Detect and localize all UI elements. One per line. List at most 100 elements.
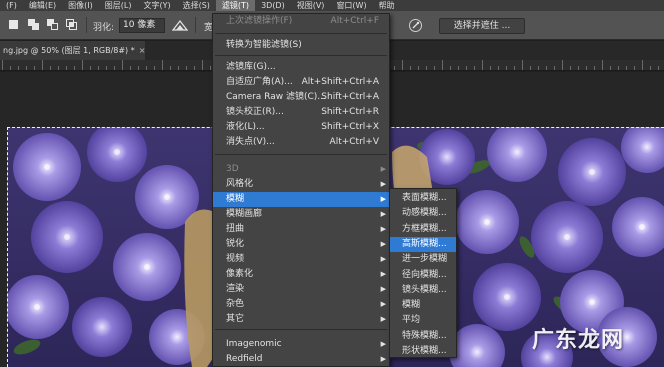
- subtract-from-selection-icon[interactable]: [46, 18, 60, 32]
- ruler-tick: [546, 66, 547, 70]
- submenu-item-blur-more[interactable]: 进一步模糊: [390, 252, 456, 267]
- menu-item-label: 3D: [226, 164, 239, 174]
- feather-input[interactable]: 10 像素: [119, 18, 165, 33]
- menu-help[interactable]: 帮助: [373, 0, 401, 11]
- close-icon[interactable]: ×: [139, 46, 145, 55]
- ruler-tick: [570, 66, 571, 70]
- menu-item-3d[interactable]: 3D ▶: [213, 162, 389, 177]
- ruler-tick: [602, 60, 603, 70]
- menu-item-sharpen[interactable]: 锐化 ▶: [213, 237, 389, 252]
- menu-type[interactable]: 文字(Y): [137, 0, 176, 11]
- submenu-arrow-icon: ▶: [380, 270, 386, 278]
- ruler-tick: [498, 66, 499, 70]
- submenu-item-radial-blur[interactable]: 径向模糊...: [390, 268, 456, 283]
- menu-item-noise[interactable]: 杂色 ▶: [213, 297, 389, 312]
- ruler-tick: [154, 66, 155, 70]
- ruler-tick: [530, 66, 531, 70]
- add-to-selection-icon[interactable]: [27, 18, 41, 32]
- menu-item-label: Camera Raw 滤镜(C)...: [226, 92, 326, 102]
- menu-item-camera-raw-filter[interactable]: Camera Raw 滤镜(C)... Shift+Ctrl+A: [213, 90, 389, 105]
- submenu-item-shape-blur[interactable]: 形状模糊...: [390, 344, 456, 359]
- ruler-tick: [34, 66, 35, 70]
- ruler-tick: [66, 66, 67, 70]
- menu-select[interactable]: 选择(S): [177, 0, 216, 11]
- submenu-item-average[interactable]: 平均: [390, 313, 456, 328]
- ruler-tick: [578, 66, 579, 70]
- menu-3d[interactable]: 3D(D): [255, 0, 291, 11]
- menu-item-label: 液化(L)...: [226, 122, 265, 132]
- refine-edge-icon[interactable]: [409, 19, 422, 32]
- ruler-tick: [138, 66, 139, 70]
- menu-item-label: 消失点(V)...: [226, 137, 275, 147]
- submenu-arrow-icon: ▶: [380, 210, 386, 218]
- submenu-arrow-icon: ▶: [380, 240, 386, 248]
- toolbar-divider: [195, 17, 196, 33]
- ruler-tick: [482, 60, 483, 70]
- menu-item-convert-smart-filter[interactable]: 转换为智能滤镜(S): [213, 38, 389, 53]
- menu-item-redfield[interactable]: Redfield ▶: [213, 352, 389, 367]
- menu-item-filter-gallery[interactable]: 滤镜库(G)...: [213, 60, 389, 75]
- select-and-mask-button[interactable]: 选择并遮住 ...: [439, 18, 525, 34]
- document-tab[interactable]: ng.jpg @ 50% (图层 1, RGB/8#) * ×: [0, 41, 145, 60]
- ruler-tick: [650, 66, 651, 70]
- submenu-arrow-icon: ▶: [380, 165, 386, 173]
- menu-item-lens-correction[interactable]: 镜头校正(R)... Shift+Ctrl+R: [213, 105, 389, 120]
- menu-filter[interactable]: 滤镜(T): [215, 0, 256, 11]
- menu-item-last-filter[interactable]: 上次滤镜操作(F) Alt+Ctrl+F: [213, 14, 389, 29]
- ruler-tick: [210, 66, 211, 70]
- menu-item-adaptive-wide-angle[interactable]: 自适应广角(A)... Alt+Shift+Ctrl+A: [213, 75, 389, 90]
- ruler-tick: [506, 66, 507, 70]
- menu-item-shortcut: Shift+Ctrl+A: [321, 92, 379, 102]
- ruler-tick: [90, 66, 91, 70]
- menu-item-label: 渲染: [226, 284, 245, 294]
- menu-file[interactable]: (F): [0, 0, 23, 11]
- menu-item-imagenomic[interactable]: Imagenomic ▶: [213, 337, 389, 352]
- new-selection-icon[interactable]: [7, 18, 21, 32]
- menu-item-pixelate[interactable]: 像素化 ▶: [213, 267, 389, 282]
- menu-item-label: 像素化: [226, 269, 254, 279]
- menu-view[interactable]: 视图(V): [291, 0, 331, 11]
- anti-alias-icon[interactable]: [171, 19, 189, 31]
- menu-item-shortcut: Alt+Shift+Ctrl+A: [301, 77, 379, 87]
- menu-separator: [215, 154, 387, 155]
- menu-item-vanishing-point[interactable]: 消失点(V)... Alt+Ctrl+V: [213, 135, 389, 150]
- menu-item-other[interactable]: 其它 ▶: [213, 312, 389, 327]
- ruler-tick: [178, 66, 179, 70]
- ruler-tick: [594, 66, 595, 70]
- ruler-tick: [18, 66, 19, 70]
- menu-item-stylize[interactable]: 风格化 ▶: [213, 177, 389, 192]
- menu-item-blur[interactable]: 模糊 ▶: [213, 192, 389, 207]
- ruler-tick: [162, 60, 163, 70]
- submenu-item-lens-blur[interactable]: 镜头模糊...: [390, 283, 456, 298]
- ruler-tick: [122, 60, 123, 70]
- intersect-selection-icon[interactable]: [65, 18, 79, 32]
- menu-item-liquify[interactable]: 液化(L)... Shift+Ctrl+X: [213, 120, 389, 135]
- menu-item-distort[interactable]: 扭曲 ▶: [213, 222, 389, 237]
- menu-item-blur-gallery[interactable]: 模糊画廊 ▶: [213, 207, 389, 222]
- submenu-item-box-blur[interactable]: 方框模糊...: [390, 222, 456, 237]
- ruler-tick: [626, 66, 627, 70]
- submenu-item-smart-blur[interactable]: 特殊模糊...: [390, 329, 456, 344]
- menu-item-shortcut: Alt+Ctrl+V: [329, 137, 379, 147]
- ruler-tick: [450, 66, 451, 70]
- ruler-tick: [658, 66, 659, 70]
- ruler-tick: [394, 66, 395, 70]
- menu-item-render[interactable]: 渲染 ▶: [213, 282, 389, 297]
- ruler-tick: [610, 66, 611, 70]
- menu-window[interactable]: 窗口(W): [330, 0, 372, 11]
- submenu-item-surface-blur[interactable]: 表面模糊...: [390, 191, 456, 206]
- menu-item-label: Redfield: [226, 354, 263, 364]
- ruler-tick: [130, 66, 131, 70]
- ruler-tick: [2, 60, 3, 70]
- submenu-item-motion-blur[interactable]: 动感模糊...: [390, 206, 456, 221]
- ruler-tick: [442, 60, 443, 70]
- menu-edit[interactable]: 编辑(E): [23, 0, 62, 11]
- submenu-item-gaussian-blur[interactable]: 高斯模糊...: [390, 236, 456, 252]
- submenu-item-blur[interactable]: 模糊: [390, 298, 456, 313]
- menu-item-label: 模糊: [226, 194, 245, 204]
- menu-item-video[interactable]: 视频 ▶: [213, 252, 389, 267]
- menu-layer[interactable]: 图层(L): [99, 0, 138, 11]
- submenu-arrow-icon: ▶: [380, 285, 386, 293]
- menu-image[interactable]: 图像(I): [62, 0, 99, 11]
- ruler-tick: [58, 66, 59, 70]
